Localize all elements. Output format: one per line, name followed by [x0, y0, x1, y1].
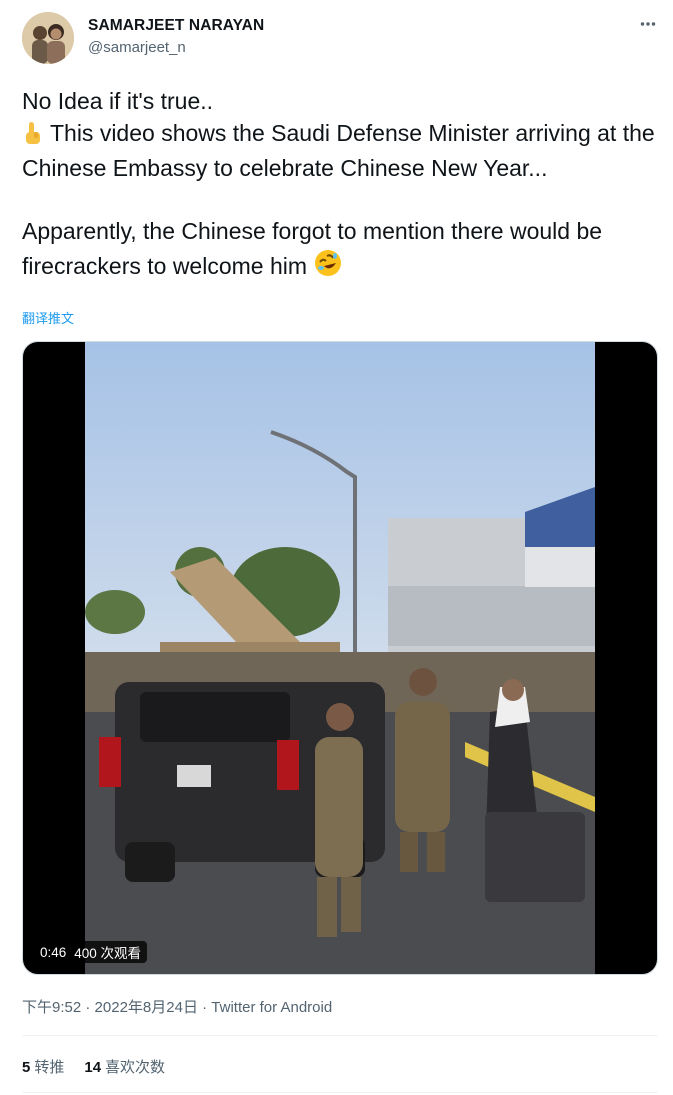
video-views: 400 次观看 [74, 946, 142, 961]
video-player[interactable]: 0:46 400 次观看 [22, 341, 658, 975]
author-name[interactable]: SAMARJEET NARAYAN [88, 17, 264, 35]
tweet-card: SAMARJEET NARAYAN @samarjeet_n No Idea i… [0, 0, 673, 1095]
meta-separator: · [202, 999, 208, 1016]
avatar-photo [22, 12, 74, 64]
likes-count: 14 [84, 1059, 102, 1076]
tweet-time[interactable]: 下午9:52 [22, 999, 81, 1016]
tweet-line-2: This video shows the Saudi Defense Minis… [22, 119, 662, 182]
tweet-text: No Idea if it's true.. This video shows … [22, 86, 657, 286]
retweets-label: 转推 [34, 1059, 65, 1076]
retweets-stat[interactable]: 5 转推 [22, 1056, 64, 1077]
video-info-badge: 0:46 400 次观看 [34, 941, 148, 963]
avatar[interactable] [22, 12, 74, 64]
likes-stat[interactable]: 14 喜欢次数 [84, 1056, 165, 1077]
divider [22, 1092, 658, 1093]
meta-separator: · [85, 999, 91, 1016]
likes-label: 喜欢次数 [105, 1059, 166, 1076]
translate-tweet-link[interactable]: 翻译推文 [22, 308, 74, 327]
more-horizontal-icon [640, 22, 656, 26]
tweet-meta: 下午9:52 · 2022年8月24日 · Twitter for Androi… [22, 996, 332, 1017]
author-handle[interactable]: @samarjeet_n [88, 39, 186, 56]
video-duration: 0:46 [40, 944, 67, 960]
rolling-on-floor-laughing-emoji [313, 248, 343, 287]
retweets-count: 5 [22, 1059, 31, 1076]
divider [22, 1035, 658, 1036]
video-play-area[interactable] [23, 342, 657, 974]
tweet-stats: 5 转推 14 喜欢次数 [22, 1056, 165, 1077]
index-pointing-up-emoji [22, 121, 44, 154]
more-options-button[interactable] [634, 12, 662, 36]
tweet-date[interactable]: 2022年8月24日 [95, 999, 198, 1016]
tweet-source[interactable]: Twitter for Android [211, 999, 332, 1016]
tweet-line-1: No Idea if it's true.. [22, 88, 214, 114]
